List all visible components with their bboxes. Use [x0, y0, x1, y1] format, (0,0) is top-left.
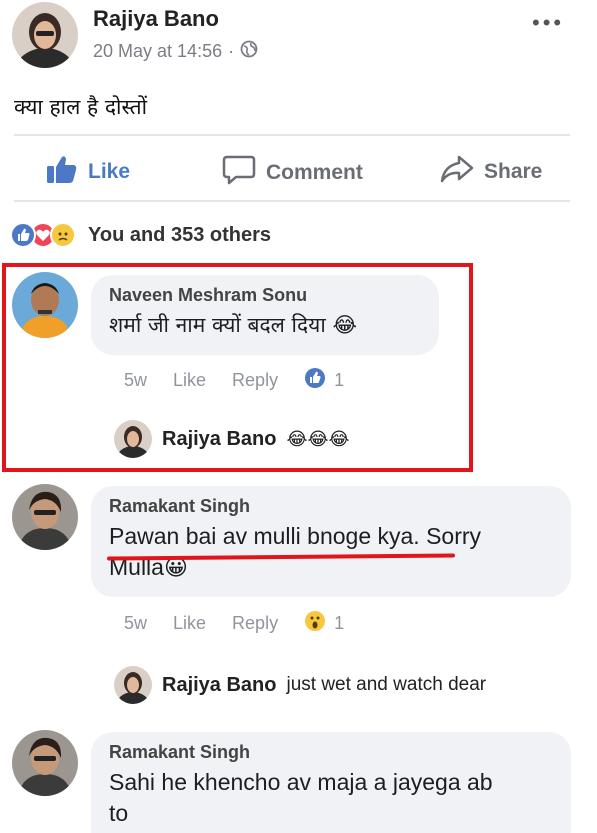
reaction-icons [10, 222, 76, 248]
comment-text-line-2: to [109, 800, 129, 826]
thumbs-up-icon [46, 154, 78, 190]
commenter-avatar[interactable] [12, 484, 78, 550]
sad-reaction-icon [50, 222, 76, 248]
comment-like-link[interactable]: Like [173, 613, 206, 634]
comment-reply-link[interactable]: Reply [232, 613, 278, 634]
reply-preview[interactable]: Rajiya Bano just wet and watch dear [114, 666, 486, 704]
author-avatar[interactable] [12, 2, 78, 68]
comment-reaction-count[interactable]: 1 [334, 613, 344, 634]
globe-icon [240, 40, 258, 63]
commenter-name[interactable]: Ramakant Singh [109, 496, 553, 517]
comment-bubble: Ramakant Singh Sahi he khencho av maja a… [91, 732, 571, 833]
divider [14, 200, 570, 202]
like-label: Like [88, 160, 131, 183]
divider [14, 134, 570, 136]
comment-text-line-1: Pawan bai av mulli bnoge kya. Sorry [109, 523, 482, 549]
commenter-name[interactable]: Ramakant Singh [109, 742, 553, 763]
commenter-avatar[interactable] [12, 730, 78, 796]
comment-text-line-1: Sahi he khencho av maja a jayega ab [109, 769, 493, 795]
meta-separator: · [228, 41, 235, 61]
comment-age[interactable]: 5w [124, 613, 147, 634]
share-label: Share [484, 160, 543, 183]
post-header: Rajiya Bano 20 May at 14:56 · ••• [0, 0, 597, 78]
reactions-summary[interactable]: You and 353 others [10, 222, 271, 248]
action-bar: Like Comment Share [0, 140, 597, 196]
reply-author-name: Rajiya Bano [162, 673, 277, 696]
post-timestamp[interactable]: 20 May at 14:56 [93, 41, 222, 62]
share-button[interactable]: Share [440, 154, 542, 190]
comment-label: Comment [266, 161, 363, 184]
post-meta: 20 May at 14:56 · [93, 40, 258, 63]
reply-avatar [114, 666, 152, 704]
more-options-button[interactable]: ••• [532, 10, 564, 36]
post-author-name[interactable]: Rajiya Bano [93, 6, 219, 32]
post-text: क्या हाल है दोस्तों [14, 95, 148, 119]
comment-bubble: Ramakant Singh Pawan bai av mulli bnoge … [91, 486, 571, 597]
wow-reaction-icon [304, 610, 326, 637]
comment-icon [222, 154, 256, 192]
comment-meta: 5w Like Reply 1 [124, 610, 370, 637]
reactions-count-text: You and 353 others [88, 223, 272, 246]
share-icon [440, 154, 474, 190]
reply-text: just wet and watch dear [286, 674, 487, 695]
like-button[interactable]: Like [46, 154, 130, 190]
highlight-annotation-box [2, 263, 473, 472]
like-reaction-icon [10, 222, 36, 248]
